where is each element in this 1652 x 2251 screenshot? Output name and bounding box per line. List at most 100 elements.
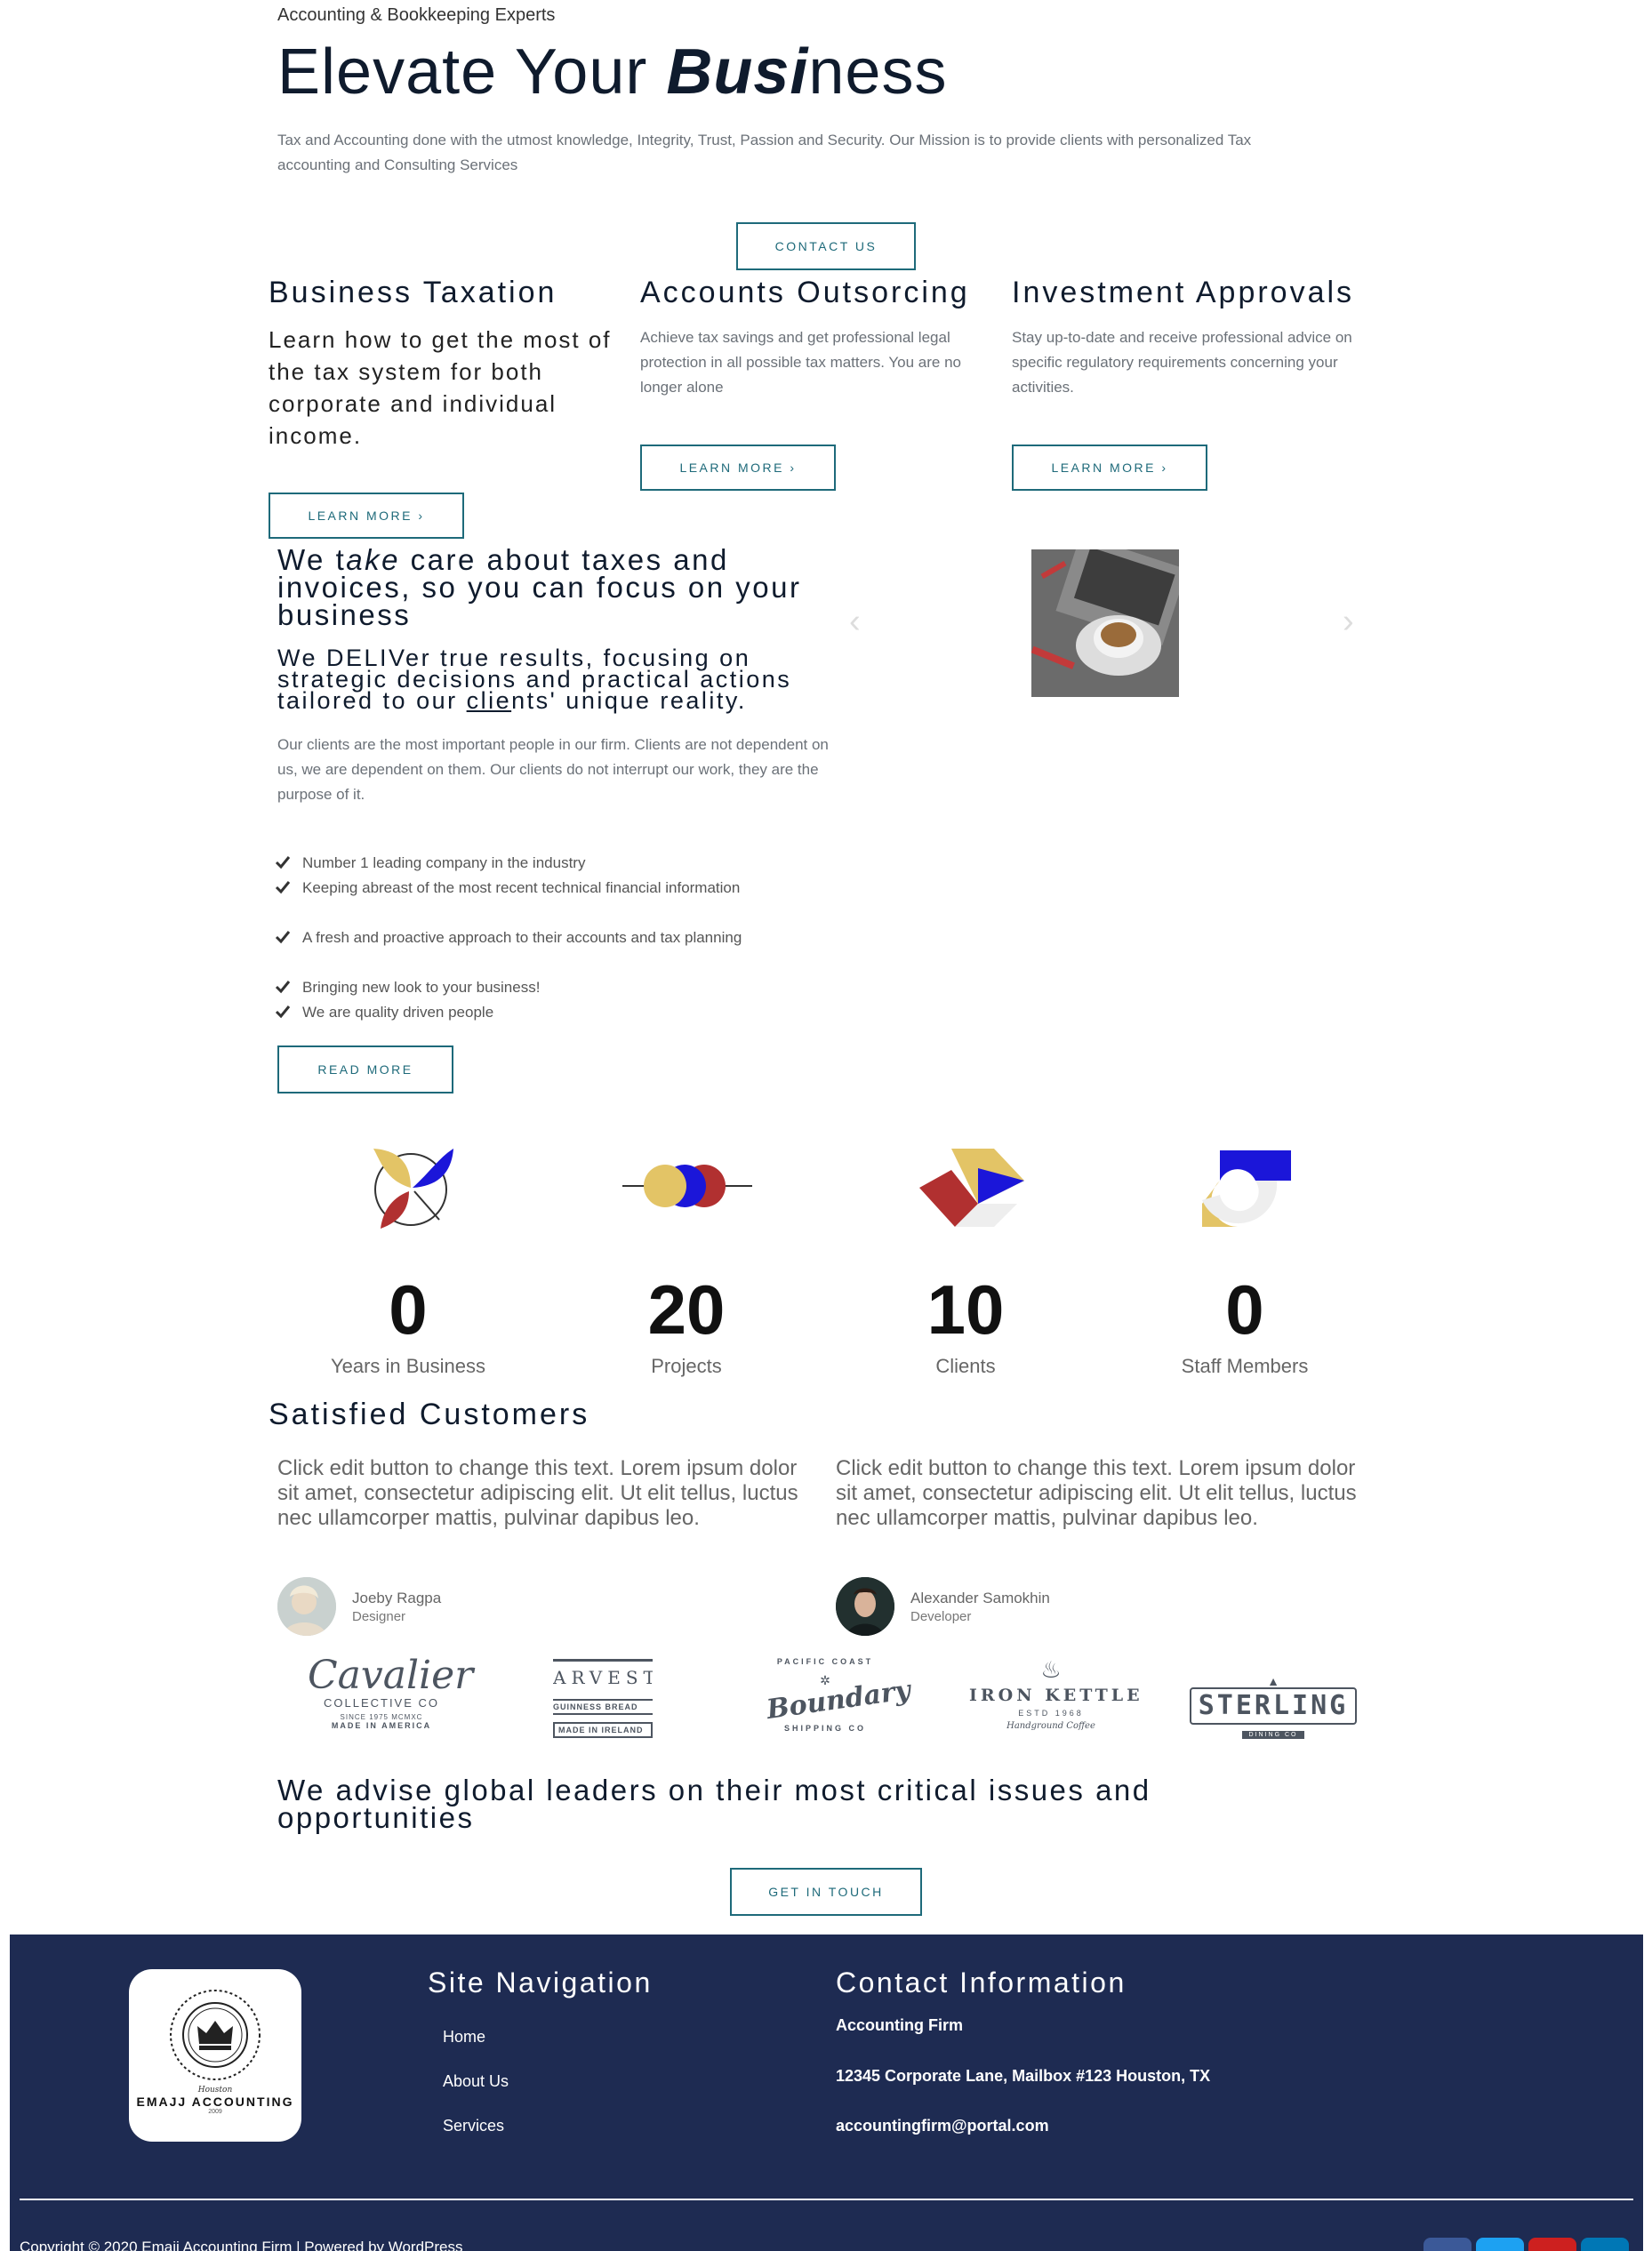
hero-title: Elevate Your Business xyxy=(277,36,947,108)
carousel-prev-arrow[interactable]: ‹ xyxy=(849,603,861,641)
client-logo-harvest-bottom: MADE IN IRELAND xyxy=(553,1722,653,1738)
testimonial-author-name: Joeby Ragpa xyxy=(352,1590,442,1606)
client-logo-boundary-top: PACIFIC COAST xyxy=(776,1657,874,1666)
check-icon xyxy=(275,981,291,994)
checklist-item-text: Keeping abreast of the most recent techn… xyxy=(302,879,741,896)
hero-title-post: ness xyxy=(808,36,948,108)
mountain-icon: ▲ xyxy=(1267,1674,1279,1688)
footer-nav-heading: Site Navigation xyxy=(428,1967,653,1999)
footer-nav-item-about[interactable]: About Us xyxy=(443,2072,509,2091)
site-footer: Houston EMAJJ ACCOUNTING 2009 Site Navig… xyxy=(10,1935,1643,2251)
footer-contact-heading: Contact Information xyxy=(836,1967,1127,1999)
service-text-investment: Stay up-to-date and receive professional… xyxy=(1012,329,1352,396)
footer-logo-name: EMAJJ ACCOUNTING xyxy=(136,2095,294,2109)
about-subheading-u: clie xyxy=(466,687,512,714)
stat-label-projects: Projects xyxy=(651,1355,722,1377)
get-in-touch-button[interactable]: GET IN TOUCH xyxy=(730,1868,922,1916)
hero-title-em: Busi xyxy=(666,36,809,108)
checklist-item-text: Bringing new look to your business! xyxy=(302,979,541,996)
client-logo-sterling-main: STERLING xyxy=(1198,1690,1349,1721)
stat-label-staff: Staff Members xyxy=(1181,1355,1309,1377)
service-title-outsourcing: Accounts Outsorcing xyxy=(640,276,970,309)
about-heading: We take care about taxes and invoices, s… xyxy=(277,545,811,629)
learn-more-button-taxation[interactable]: LEARN MORE › xyxy=(269,493,464,539)
about-subheading-post: nts' unique reality. xyxy=(511,687,747,714)
learn-more-button-outsourcing[interactable]: LEARN MORE › xyxy=(640,445,836,491)
client-logo-sterling: ▲ STERLING DINING CO xyxy=(1190,1675,1357,1739)
footer-logo-year: 2009 xyxy=(208,2109,222,2115)
client-logo-harvest: ARVEST C GUINNESS BREAD MADE IN IRELAND xyxy=(553,1659,653,1754)
client-logo-sterling-sub: DINING CO xyxy=(1241,1731,1305,1739)
about-paragraph: Our clients are the most important peopl… xyxy=(277,736,829,803)
linkedin-icon[interactable] xyxy=(1581,2238,1629,2251)
footer-contact-email[interactable]: accountingfirm@portal.com xyxy=(836,2117,1049,2135)
service-title-taxation: Business Taxation xyxy=(269,276,557,309)
footer-nav-item-services[interactable]: Services xyxy=(443,2117,504,2135)
client-logo-cavalier-bottom: MADE IN AMERICA xyxy=(331,1721,432,1730)
client-logo-iron-kettle: ♨ IRON KETTLE ESTD 1968 Handground Coffe… xyxy=(969,1656,1143,1755)
client-logo-harvest-sub: GUINNESS BREAD xyxy=(553,1699,653,1715)
client-logo-cavalier-main: Cavalier xyxy=(308,1653,474,1698)
checklist-item-text: Number 1 leading company in the industry xyxy=(302,854,586,871)
about-subheading: We DELIVer true results, focusing on str… xyxy=(277,646,846,714)
contact-us-button[interactable]: CONTACT US xyxy=(736,222,916,270)
client-logo-sterling-frame: STERLING xyxy=(1190,1687,1357,1725)
client-logo-cavalier-since: SINCE 1975 MCMXC xyxy=(340,1713,423,1721)
footer-divider xyxy=(20,2199,1633,2200)
read-more-button[interactable]: READ MORE xyxy=(277,1045,453,1093)
testimonial-author-role: Designer xyxy=(352,1609,406,1624)
stat-value-clients: 10 xyxy=(926,1270,1005,1349)
footer-logo[interactable]: Houston EMAJJ ACCOUNTING 2009 xyxy=(129,1969,301,2142)
avatar xyxy=(277,1577,336,1636)
check-icon xyxy=(275,1005,291,1019)
youtube-icon[interactable] xyxy=(1528,2238,1576,2251)
checklist-item: A fresh and proactive approach to their … xyxy=(275,925,800,950)
carousel-next-arrow[interactable]: › xyxy=(1343,603,1354,641)
footer-contact-company: Accounting Firm xyxy=(836,2016,963,2034)
learn-more-button-investment[interactable]: LEARN MORE › xyxy=(1012,445,1207,491)
testimonials-heading: Satisfied Customers xyxy=(269,1398,590,1431)
footer-nav-item-home[interactable]: Home xyxy=(443,2028,485,2047)
pinterest-icon[interactable] xyxy=(1423,2238,1472,2251)
checklist-item: We are quality driven people xyxy=(275,1000,800,1025)
twitter-icon[interactable] xyxy=(1476,2238,1524,2251)
stat-icon-staff xyxy=(1202,1150,1291,1227)
testimonial-text: Click edit button to change this text. L… xyxy=(277,1456,798,1530)
stat-value-projects: 20 xyxy=(647,1270,726,1349)
service-title-investment: Investment Approvals xyxy=(1012,276,1355,309)
client-logo-boundary: PACIFIC COAST ✲ Boundary SHIPPING CO xyxy=(765,1657,912,1755)
stat-value-staff: 0 xyxy=(1225,1270,1264,1349)
check-icon xyxy=(275,856,291,869)
service-text-outsourcing: Achieve tax savings and get professional… xyxy=(640,329,961,396)
stat-value-years: 0 xyxy=(389,1270,428,1349)
client-logo-ironkettle-main: IRON KETTLE xyxy=(969,1686,1143,1705)
check-icon xyxy=(275,881,291,894)
stat-icon-clients xyxy=(919,1149,1024,1227)
testimonial-author-role: Developer xyxy=(910,1609,972,1624)
stat-label-years: Years in Business xyxy=(330,1355,486,1377)
stat-icon-projects xyxy=(622,1161,752,1211)
client-logo-harvest-main: ARVEST C xyxy=(553,1667,653,1688)
client-logo-boundary-bottom: SHIPPING CO xyxy=(783,1724,866,1733)
service-text-taxation: Learn how to get the most of the tax sys… xyxy=(269,326,612,449)
client-logo-ironkettle-sub: ESTD 1968 xyxy=(1018,1709,1084,1718)
cta-heading: We advise global leaders on their most c… xyxy=(277,1774,1151,1834)
footer-copyright: Copyright © 2020 Emajj Accounting Firm |… xyxy=(20,2239,463,2251)
testimonial-author-name: Alexander Samokhin xyxy=(910,1590,1050,1606)
stat-label-clients: Clients xyxy=(935,1355,996,1377)
client-logo-cavalier: Cavalier COLLECTIVE CO SINCE 1975 MCMXC … xyxy=(308,1653,474,1751)
hero-eyebrow: Accounting & Bookkeeping Experts xyxy=(277,5,556,25)
kettle-icon: ♨ xyxy=(1040,1656,1062,1683)
stat-icon-years xyxy=(368,1145,457,1230)
carousel-image-coffee-laptop xyxy=(1031,549,1179,697)
client-logo-ironkettle-bottom: Handground Coffee xyxy=(1006,1721,1095,1731)
testimonial-text: Click edit button to change this text. L… xyxy=(836,1456,1357,1530)
checklist-item: Keeping abreast of the most recent techn… xyxy=(275,876,800,901)
crown-emblem-icon xyxy=(129,1982,301,2093)
checklist-item-text: A fresh and proactive approach to their … xyxy=(302,929,742,946)
hero-description: Tax and Accounting done with the utmost … xyxy=(277,132,1252,173)
checklist-item-text: We are quality driven people xyxy=(302,1004,494,1021)
hero-title-pre: Elevate Your xyxy=(277,36,667,108)
checklist-item: Bringing new look to your business! xyxy=(275,975,800,1000)
client-logo-cavalier-sub: COLLECTIVE CO xyxy=(323,1696,440,1710)
